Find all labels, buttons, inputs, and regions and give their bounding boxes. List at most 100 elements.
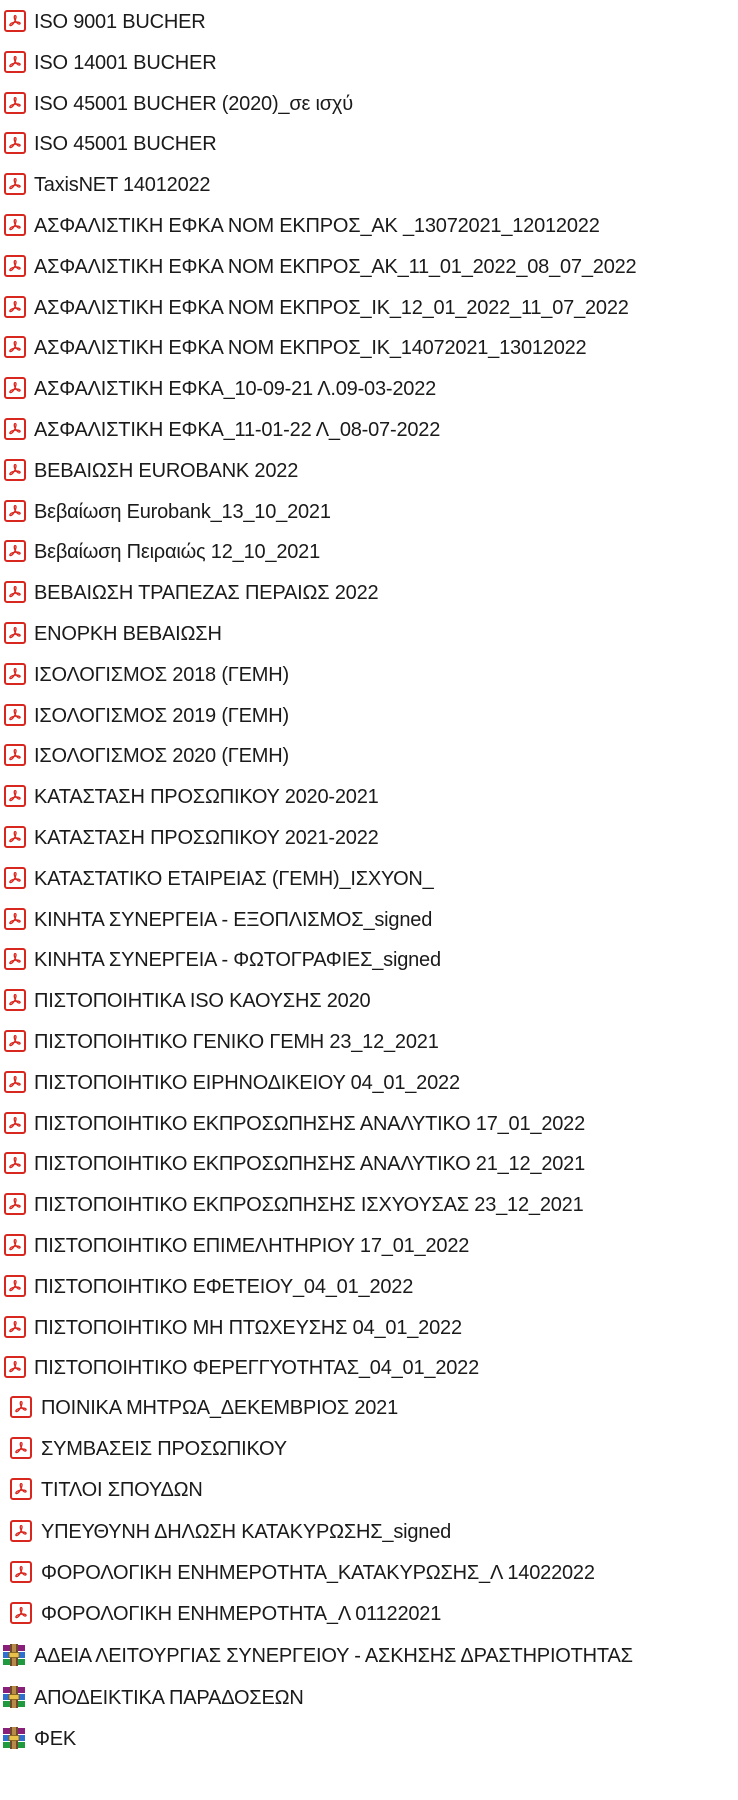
file-row[interactable]: ΒΕΒΑΙΩΣΗ ΤΡΑΠΕΖΑΣ ΠΕΡΑΙΩΣ 2022 [0,573,738,613]
file-row[interactable]: ΠΙΣΤΟΠΟΙΗΤΙΚΟ ΕΠΙΜΕΛΗΤΗΡΙΟΥ 17_01_2022 [0,1226,738,1266]
file-name: ΑΣΦΑΛΙΣΤΙΚΗ ΕΦΚΑ ΝΟΜ ΕΚΠΡΟΣ_ΑΚ_11_01_202… [34,255,637,278]
file-row[interactable]: ΙΣΟΛΟΓΙΣΜΟΣ 2020 (ΓΕΜΗ) [0,736,738,776]
file-row[interactable]: ΠΟΙΝΙΚΑ ΜΗΤΡΩΑ_ΔΕΚΕΜΒΡΙΟΣ 2021 [0,1388,738,1428]
pdf-file-icon [4,10,26,32]
file-name: ΦΟΡΟΛΟΓΙΚΗ ΕΝΗΜΕΡΟΤΗΤΑ_ΚΑΤΑΚΥΡΩΣΗΣ_Λ 140… [41,1561,595,1584]
pdf-file-icon [4,1193,26,1216]
file-name: ΑΣΦΑΛΙΣΤΙΚΗ ΕΦΚΑ ΝΟΜ ΕΚΠΡΟΣ_ΙΚ_12_01_202… [34,296,629,319]
file-row[interactable]: ΥΠΕΥΘΥΝΗ ΔΗΛΩΣΗ ΚΑΤΑΚΥΡΩΣΗΣ_signed [0,1512,738,1552]
file-row[interactable]: ΠΙΣΤΟΠΟΙΗΤΙΚΟ ΕΚΠΡΟΣΩΠΗΣΗΣ ΙΣΧΥΟΥΣΑΣ 23_… [0,1185,738,1225]
file-name: ΑΔΕΙΑ ΛΕΙΤΟΥΡΓΙΑΣ ΣΥΝΕΡΓΕΙΟΥ - ΑΣΚΗΣΗΣ Δ… [34,1645,633,1667]
file-row[interactable]: ISO 14001 BUCHER [0,43,738,83]
file-row[interactable]: ΒΕΒΑΙΩΣΗ EUROBANK 2022 [0,451,738,491]
file-row[interactable]: ISO 9001 BUCHER [0,2,738,42]
file-row[interactable]: ΑΣΦΑΛΙΣΤΙΚΗ ΕΦΚΑ ΝΟΜ ΕΚΠΡΟΣ_ΑΚ _13072021… [0,206,738,246]
file-name: ΚΑΤΑΣΤΑΣΗ ΠΡΟΣΩΠΙΚΟΥ 2021-2022 [34,827,379,849]
pdf-file-icon [4,703,26,726]
file-row[interactable]: ISO 45001 BUCHER [0,124,738,164]
pdf-file-icon [4,744,26,767]
pdf-file-icon [4,50,26,73]
file-row[interactable]: ΚΑΤΑΣΤΑΣΗ ΠΡΟΣΩΠΙΚΟΥ 2020-2021 [0,777,738,817]
file-name: ΠΙΣΤΟΠΟΙΗΤΙΚΟ ΜΗ ΠΤΩΧΕΥΣΗΣ 04_01_2022 [34,1316,462,1339]
pdf-file-icon [4,989,26,1012]
file-row[interactable]: ΚΑΤΑΣΤΑΤΙΚΟ ΕΤΑΙΡΕΙΑΣ (ΓΕΜΗ)_ΙΣΧΥΟΝ_ [0,859,738,899]
file-name: ΦΟΡΟΛΟΓΙΚΗ ΕΝΗΜΕΡΟΤΗΤΑ_Λ 01122021 [41,1603,442,1625]
file-row[interactable]: ΦΟΡΟΛΟΓΙΚΗ ΕΝΗΜΕΡΟΤΗΤΑ_Λ 01122021 [0,1594,738,1634]
pdf-file-icon [4,622,26,644]
pdf-file-icon [4,540,26,563]
file-row[interactable]: ΠΙΣΤΟΠΟΙΗΤΙΚΟ ΕΚΠΡΟΣΩΠΗΣΗΣ ΑΝΑΛΥΤΙΚΟ 21_… [0,1144,738,1184]
pdf-file-icon [4,499,26,522]
file-row[interactable]: ΦΟΡΟΛΟΓΙΚΗ ΕΝΗΜΕΡΟΤΗΤΑ_ΚΑΤΑΚΥΡΩΣΗΣ_Λ 140… [0,1553,738,1593]
pdf-file-icon [10,1478,32,1501]
file-name: ΒΕΒΑΙΩΣΗ EUROBANK 2022 [34,459,299,482]
pdf-file-icon [4,907,26,930]
file-row[interactable]: ΑΣΦΑΛΙΣΤΙΚΗ ΕΦΚΑ ΝΟΜ ΕΚΠΡΟΣ_ΙΚ_12_01_202… [0,288,738,328]
pdf-file-icon [4,458,26,481]
file-name: ΤΙΤΛΟΙ ΣΠΟΥΔΩΝ [41,1479,203,1502]
file-row[interactable]: ΚΙΝΗΤΑ ΣΥΝΕΡΓΕΙΑ - ΦΩΤΟΓΡΑΦΙΕΣ_signed [0,940,738,980]
pdf-file-icon [10,1396,32,1418]
file-row[interactable]: Βεβαίωση Eurobank_13_10_2021 [0,492,738,532]
pdf-file-icon [4,826,26,848]
file-name: ΠΙΣΤΟΠΟΙΗΤΙΚΟ ΦΕΡΕΓΓΥΟΤΗΤΑΣ_04_01_2022 [34,1357,480,1380]
file-name: ΥΠΕΥΘΥΝΗ ΔΗΛΩΣΗ ΚΑΤΑΚΥΡΩΣΗΣ_signed [41,1520,452,1543]
file-row[interactable]: ΣΥΜΒΑΣΕΙΣ ΠΡΟΣΩΠΙΚΟΥ [0,1429,738,1469]
pdf-file-icon [10,1437,32,1460]
pdf-file-icon [10,1560,32,1583]
pdf-file-icon [4,1070,26,1093]
pdf-file-icon [4,377,26,400]
file-row[interactable]: ΠΙΣΤΟΠΟΙΗΤΙΚΟ ΕΚΠΡΟΣΩΠΗΣΗΣ ΑΝΑΛΥΤΙΚΟ 17_… [0,1104,738,1144]
file-row[interactable]: ΑΣΦΑΛΙΣΤΙΚΗ ΕΦΚΑ_11-01-22 Λ_08-07-2022 [0,410,738,450]
pdf-file-icon [4,1356,26,1379]
file-row[interactable]: ΕΝΟΡΚΗ ΒΕΒΑΙΩΣΗ [0,614,738,654]
file-name: ISO 14001 BUCHER [34,51,217,74]
file-name: ΚΙΝΗΤΑ ΣΥΝΕΡΓΕΙΑ - ΦΩΤΟΓΡΑΦΙΕΣ_signed [34,949,441,972]
file-row[interactable]: ΚΙΝΗΤΑ ΣΥΝΕΡΓΕΙΑ - ΕΞΟΠΛΙΣΜΟΣ_signed [0,900,738,940]
file-row[interactable]: ΦΕΚ [0,1719,738,1759]
pdf-file-icon [4,336,26,359]
file-name: ΕΝΟΡΚΗ ΒΕΒΑΙΩΣΗ [34,623,222,645]
file-row[interactable]: ΑΠΟΔΕΙΚΤΙΚΑ ΠΑΡΑΔΟΣΕΩΝ [0,1678,738,1718]
file-row[interactable]: ΑΣΦΑΛΙΣΤΙΚΗ ΕΦΚΑ ΝΟΜ ΕΚΠΡΟΣ_ΙΚ_14072021_… [0,328,738,368]
file-name: ΠΙΣΤΟΠΟΙΗΤΙΚΟ ΕΠΙΜΕΛΗΤΗΡΙΟΥ 17_01_2022 [34,1235,470,1257]
file-name: ΚΙΝΗΤΑ ΣΥΝΕΡΓΕΙΑ - ΕΞΟΠΛΙΣΜΟΣ_signed [34,908,433,931]
pdf-file-icon [4,866,26,889]
file-name: ΙΣΟΛΟΓΙΣΜΟΣ 2019 (ΓΕΜΗ) [34,704,289,727]
rar-archive-icon [2,1685,26,1709]
file-name: ΠΟΙΝΙΚΑ ΜΗΤΡΩΑ_ΔΕΚΕΜΒΡΙΟΣ 2021 [41,1397,399,1419]
pdf-file-icon [4,1315,26,1338]
file-name: ΑΣΦΑΛΙΣΤΙΚΗ ΕΦΚΑ_11-01-22 Λ_08-07-2022 [34,419,441,441]
file-row[interactable]: ΠΙΣΤΟΠΟΙΗΤΙΚΑ ISO ΚΑΟΥΣΗΣ 2020 [0,981,738,1021]
file-row[interactable]: ΑΣΦΑΛΙΣΤΙΚΗ ΕΦΚΑ_10-09-21 Λ.09-03-2022 [0,369,738,409]
pdf-file-icon [4,1111,26,1134]
file-name: ΠΙΣΤΟΠΟΙΗΤΙΚΟ ΕΦΕΤΕΙΟΥ_04_01_2022 [34,1275,414,1298]
file-name: ΦΕΚ [34,1728,77,1750]
file-name: ISO 9001 BUCHER [34,11,206,33]
file-row[interactable]: Βεβαίωση Πειραιώς 12_10_2021 [0,532,738,572]
file-row[interactable]: ΙΣΟΛΟΓΙΣΜΟΣ 2019 (ΓΕΜΗ) [0,696,738,736]
file-name: ΣΥΜΒΑΣΕΙΣ ΠΡΟΣΩΠΙΚΟΥ [41,1438,287,1461]
file-name: ΠΙΣΤΟΠΟΙΗΤΙΚΟ ΕΚΠΡΟΣΩΠΗΣΗΣ ΑΝΑΛΥΤΙΚΟ 17_… [34,1112,586,1135]
file-row[interactable]: ΠΙΣΤΟΠΟΙΗΤΙΚΟ ΜΗ ΠΤΩΧΕΥΣΗΣ 04_01_2022 [0,1308,738,1348]
file-row[interactable]: ΠΙΣΤΟΠΟΙΗΤΙΚΟ ΦΕΡΕΓΓΥΟΤΗΤΑΣ_04_01_2022 [0,1348,738,1388]
file-row[interactable]: ISO 45001 BUCHER (2020)_σε ισχύ [0,84,738,124]
file-row[interactable]: ΙΣΟΛΟΓΙΣΜΟΣ 2018 (ΓΕΜΗ) [0,655,738,695]
file-row[interactable]: ΑΔΕΙΑ ΛΕΙΤΟΥΡΓΙΑΣ ΣΥΝΕΡΓΕΙΟΥ - ΑΣΚΗΣΗΣ Δ… [0,1636,738,1676]
file-name: ISO 45001 BUCHER [34,133,217,156]
pdf-file-icon [4,1030,26,1052]
pdf-file-icon [4,132,26,155]
file-row[interactable]: ΠΙΣΤΟΠΟΙΗΤΙΚΟ ΕΙΡΗΝΟΔΙΚΕΙΟΥ 04_01_2022 [0,1063,738,1103]
rar-archive-icon [2,1726,26,1750]
file-name: ΠΙΣΤΟΠΟΙΗΤΙΚΟ ΓΕΝΙΚΟ ΓΕΜΗ 23_12_2021 [34,1031,439,1053]
file-row[interactable]: TaxisNET 14012022 [0,165,738,205]
pdf-file-icon [4,91,26,114]
file-row[interactable]: ΑΣΦΑΛΙΣΤΙΚΗ ΕΦΚΑ ΝΟΜ ΕΚΠΡΟΣ_ΑΚ_11_01_202… [0,247,738,287]
file-row[interactable]: ΠΙΣΤΟΠΟΙΗΤΙΚΟ ΕΦΕΤΕΙΟΥ_04_01_2022 [0,1267,738,1307]
file-row[interactable]: ΠΙΣΤΟΠΟΙΗΤΙΚΟ ΓΕΝΙΚΟ ΓΕΜΗ 23_12_2021 [0,1022,738,1062]
file-name: Βεβαίωση Eurobank_13_10_2021 [34,500,331,523]
file-row[interactable]: ΤΙΤΛΟΙ ΣΠΟΥΔΩΝ [0,1470,738,1510]
pdf-file-icon [4,662,26,685]
file-name: ΚΑΤΑΣΤΑΤΙΚΟ ΕΤΑΙΡΕΙΑΣ (ΓΕΜΗ)_ΙΣΧΥΟΝ_ [34,867,434,890]
file-row[interactable]: ΚΑΤΑΣΤΑΣΗ ΠΡΟΣΩΠΙΚΟΥ 2021-2022 [0,818,738,858]
